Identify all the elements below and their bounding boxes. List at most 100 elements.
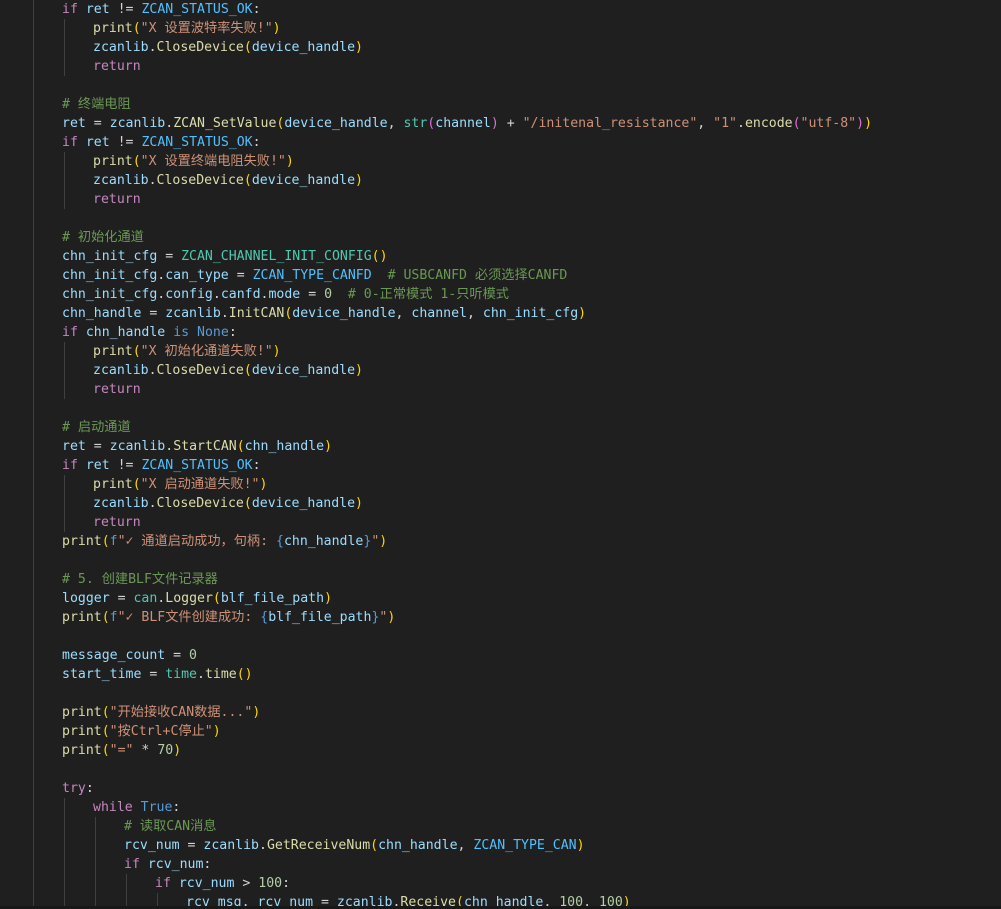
code-token: chn_handle [85,325,166,340]
indent-guide [33,0,34,909]
code-line[interactable]: print("X 启动通道失败!") [93,475,267,494]
code-token: * [133,743,158,758]
code-token: ret [85,458,110,473]
code-token: ZCAN_STATUS_OK [141,2,253,17]
code-token: Logger [165,591,213,606]
code-token: "按Ctrl+C停止" [109,724,213,739]
code-line[interactable]: return [93,513,141,532]
code-token: ( [132,477,141,492]
code-line[interactable]: chn_handle = zcanlib.InitCAN(device_hand… [62,304,586,323]
code-token: print [93,154,133,169]
code-line[interactable]: message_count = 0 [62,646,197,665]
code-line[interactable]: zcanlib.CloseDevice(device_handle) [93,38,363,57]
code-token: blf_file_path [268,610,372,625]
code-line[interactable]: zcanlib.CloseDevice(device_handle) [93,361,363,380]
code-line[interactable]: print("开始接收CAN数据...") [62,703,260,722]
code-token: = [85,116,110,131]
code-line[interactable]: chn_init_cfg.config.canfd.mode = 0 # 0-正… [62,285,509,304]
code-token: rcv_num [178,876,235,891]
code-token: ) [324,439,333,454]
code-line[interactable]: ret = zcanlib.StartCAN(chn_handle) [62,437,332,456]
code-token: print [62,743,102,758]
code-line[interactable]: if ret != ZCAN_STATUS_OK: [62,133,261,152]
code-line[interactable]: # 初始化通道 [62,228,144,247]
code-token: . [148,363,157,378]
code-token: ( [236,667,245,682]
code-token: ( [236,439,245,454]
code-token: ( [370,838,379,853]
code-token: ZCAN_SetValue [173,116,277,131]
code-token: if [62,325,78,340]
code-token: if [124,857,140,872]
code-token: ) [212,724,221,739]
code-token: ) [864,116,873,131]
code-token: device_handle [292,306,396,321]
code-token: ) [578,306,587,321]
code-token: zcanlib [93,363,149,378]
code-token: device_handle [284,116,388,131]
code-line[interactable]: zcanlib.CloseDevice(device_handle) [93,171,363,190]
code-token: "X 设置终端电阻失败!" [140,154,286,169]
code-token: if [62,2,78,17]
code-line[interactable]: print(f"✓ BLF文件创建成功: {blf_file_path}") [62,608,395,627]
code-line[interactable]: print("X 设置波特率失败!") [93,19,281,38]
code-token: ret [85,135,110,150]
code-line[interactable]: return [93,380,141,399]
code-line[interactable]: # 启动通道 [62,418,131,437]
indent-guide [64,152,65,209]
code-token: . [737,116,745,131]
code-token: "X 设置波特率失败!" [140,21,273,36]
code-line[interactable]: # 终端电阻 [62,95,131,114]
code-token: ( [243,363,252,378]
code-token: "X 初始化通道失败!" [140,344,273,359]
code-line[interactable]: start_time = time.time() [62,665,253,684]
code-editor[interactable]: if ret != ZCAN_STATUS_OK: print("X 设置波特率失… [0,0,1001,909]
code-token: 70 [157,743,174,758]
code-token: can_type [165,268,229,283]
code-line[interactable]: if rcv_num: [124,855,211,874]
code-token: print [93,21,133,36]
code-token: chn_init_cfg [62,287,158,302]
code-line[interactable]: chn_init_cfg = ZCAN_CHANNEL_INIT_CONFIG(… [62,247,388,266]
code-token: ( [101,724,110,739]
code-line[interactable]: rcv_num = zcanlib.GetReceiveNum(chn_hand… [124,836,585,855]
code-line[interactable]: zcanlib.CloseDevice(device_handle) [93,494,363,513]
code-token: ) [387,610,396,625]
code-token: channel [435,116,491,131]
code-line[interactable]: if chn_handle is None: [62,323,237,342]
code-line[interactable]: print(f"✓ 通道启动成功，句柄: {chn_handle}") [62,532,387,551]
code-token: = [179,838,204,853]
code-line[interactable]: if ret != ZCAN_STATUS_OK: [62,0,261,19]
code-line[interactable]: return [93,190,141,209]
indent-guide [64,19,65,76]
code-line[interactable]: print("X 初始化通道失败!") [93,342,281,361]
code-line[interactable]: while True: [93,798,180,817]
code-line[interactable]: # 5. 创建BLF文件记录器 [62,570,218,589]
code-token: print [62,724,102,739]
code-token: { [276,534,284,549]
code-line[interactable]: ret = zcanlib.ZCAN_SetValue(device_handl… [62,114,872,133]
code-token: while [93,800,133,815]
code-line[interactable]: chn_init_cfg.can_type = ZCAN_TYPE_CANFD … [62,266,567,285]
code-token: = [157,249,182,264]
code-token: ( [243,173,252,188]
code-token: , [387,116,404,131]
code-line[interactable]: print("X 设置终端电阻失败!") [93,152,294,171]
code-line[interactable]: try: [62,779,94,798]
code-token: = [228,268,253,283]
code-line[interactable]: logger = can.Logger(blf_file_path) [62,589,332,608]
code-line[interactable]: if ret != ZCAN_STATUS_OK: [62,456,261,475]
code-line[interactable]: print("=" * 70) [62,741,181,760]
code-line[interactable]: if rcv_num > 100: [155,874,290,893]
code-token: = [85,439,110,454]
code-line[interactable]: print("按Ctrl+C停止") [62,722,221,741]
code-token: != [109,2,142,17]
code-line[interactable]: # 读取CAN消息 [124,817,216,836]
code-token: . [220,306,229,321]
code-token: device_handle [251,173,356,188]
code-line[interactable]: return [93,57,141,76]
code-token: = [165,648,190,663]
